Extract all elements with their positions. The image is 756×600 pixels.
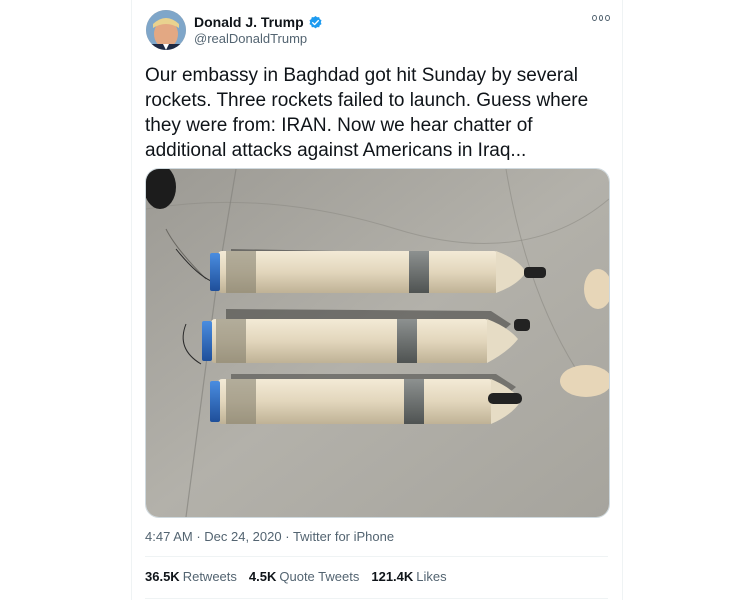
- quotes-count: 4.5K: [248, 569, 277, 584]
- quote-tweets-stat[interactable]: 4.5K Quote Tweets: [249, 569, 359, 584]
- quotes-label: Quote Tweets: [279, 569, 360, 584]
- more-options-icon[interactable]: [592, 12, 611, 24]
- tweet-time[interactable]: 4:47 AM: [145, 529, 193, 544]
- tweet-text: Our embassy in Baghdad got hit Sunday by…: [145, 65, 589, 161]
- author-avatar[interactable]: [146, 10, 186, 50]
- tweet-photo[interactable]: [145, 168, 610, 518]
- author-name[interactable]: Donald J. Trump: [194, 14, 304, 30]
- avatar-image: [146, 10, 186, 50]
- divider-bottom: [145, 598, 608, 599]
- meta-separator-2: ·: [281, 529, 293, 544]
- tweet-source[interactable]: Twitter for iPhone: [293, 529, 394, 544]
- tweet-date[interactable]: Dec 24, 2020: [204, 529, 281, 544]
- likes-label: Likes: [416, 569, 447, 584]
- rockets-photo-image: [146, 169, 609, 517]
- retweets-label: Retweets: [182, 569, 237, 584]
- divider-top: [145, 556, 608, 557]
- tweet-stats: 36.5K Retweets 4.5K Quote Tweets 121.4K Lik…: [145, 569, 447, 584]
- tweet-metadata: 4:47 AM · Dec 24, 2020 · Twitter for iPh…: [145, 529, 394, 544]
- tweet-card: Donald J. Trump @realDonaldTrump Our emb…: [131, 0, 623, 600]
- author-name-row: Donald J. Trump: [194, 14, 323, 30]
- retweets-count: 36.5K: [145, 569, 180, 584]
- retweets-stat[interactable]: 36.5K Retweets: [145, 569, 237, 584]
- author-handle[interactable]: @realDonaldTrump: [194, 31, 307, 46]
- likes-count: 121.4K: [371, 569, 414, 584]
- verified-badge-icon: [309, 15, 322, 28]
- likes-stat[interactable]: 121.4K Likes: [371, 569, 446, 584]
- meta-separator: ·: [192, 529, 205, 544]
